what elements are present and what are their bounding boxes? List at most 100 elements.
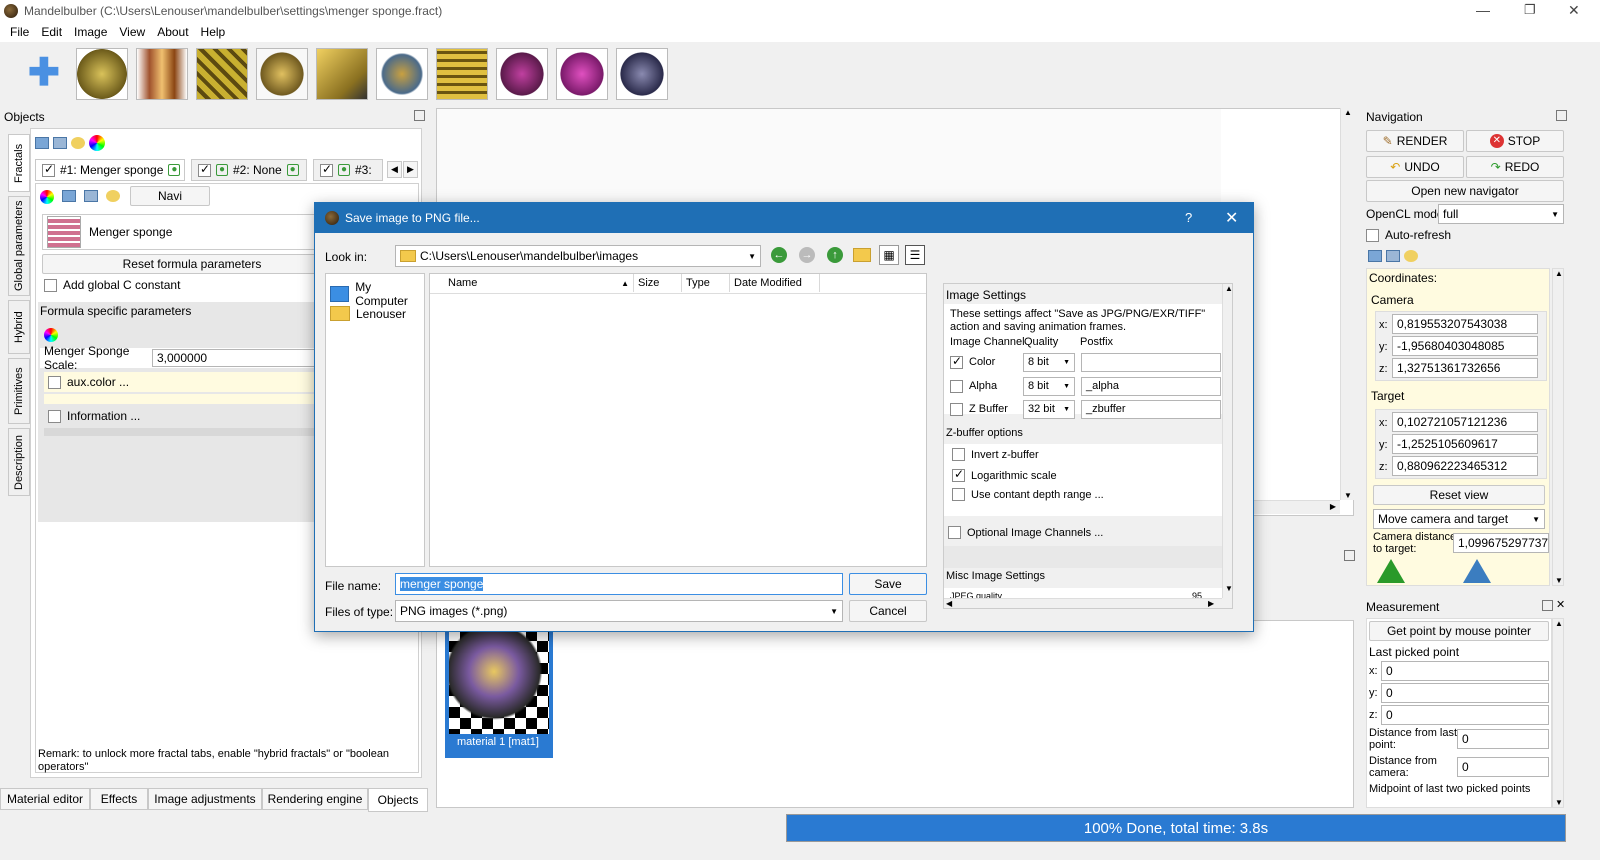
channel-color-postfix[interactable] — [1081, 352, 1221, 372]
save-small-icon[interactable] — [84, 190, 98, 202]
col-date-modified[interactable]: Date Modified — [730, 274, 820, 292]
optional-channels-row[interactable]: Optional Image Channels ... — [948, 526, 1103, 539]
fractal-1-enabled-checkbox[interactable] — [42, 162, 55, 177]
image-settings-vscrollbar[interactable]: ▲ ▼ — [1222, 284, 1232, 598]
measure-x-input[interactable]: 0 — [1381, 661, 1549, 681]
tab-image-adjustments[interactable]: Image adjustments — [148, 788, 262, 810]
fractal-1-add-icon[interactable]: ● — [168, 164, 181, 176]
dist-last-input[interactable]: 0 — [1457, 729, 1549, 749]
const-depth-checkbox[interactable] — [952, 488, 965, 501]
aux-color-checkbox[interactable] — [48, 375, 61, 389]
preset-thumb-4[interactable] — [256, 48, 308, 100]
preset-thumb-2[interactable] — [136, 48, 188, 100]
measurement-vscrollbar[interactable]: ▲ ▼ — [1552, 618, 1564, 808]
measure-y-input[interactable]: 0 — [1381, 683, 1549, 703]
fractal-tab-2[interactable]: ● #2: None ● — [191, 159, 307, 181]
preset-thumb-1[interactable] — [76, 48, 128, 100]
auto-refresh-row[interactable]: Auto-refresh — [1366, 228, 1451, 242]
dist-camera-input[interactable]: 0 — [1457, 757, 1549, 777]
channel-alpha-quality[interactable]: 8 bit ▼ — [1023, 376, 1075, 396]
log-scale-checkbox[interactable] — [952, 467, 965, 482]
back-icon[interactable]: ← — [771, 247, 787, 263]
save-button[interactable]: Save — [849, 573, 927, 595]
undo-small-icon[interactable] — [71, 137, 85, 149]
fractal-2-add-icon[interactable]: ● — [216, 164, 228, 176]
scale-input[interactable]: 3,000000 — [152, 349, 322, 367]
fractal-tab-1[interactable]: #1: Menger sponge ● — [35, 159, 185, 181]
minimize-button[interactable]: — — [1476, 2, 1490, 18]
optional-channels-checkbox[interactable] — [948, 526, 961, 539]
color-wheel-icon[interactable] — [89, 135, 105, 151]
information-checkbox[interactable] — [48, 409, 61, 423]
cancel-button[interactable]: Cancel — [849, 600, 927, 622]
invert-zbuffer-row[interactable]: Invert z-buffer — [952, 448, 1039, 461]
forward-icon[interactable]: → — [799, 247, 815, 263]
nav-undo-icon[interactable] — [1404, 250, 1418, 262]
measurement-float-icon[interactable] — [1542, 600, 1553, 611]
menu-file[interactable]: File — [10, 25, 29, 39]
col-type[interactable]: Type — [682, 274, 730, 292]
detail-view-icon[interactable]: ☰ — [905, 245, 925, 265]
menu-edit[interactable]: Edit — [41, 25, 62, 39]
up-folder-icon[interactable]: ↑ — [827, 247, 843, 263]
col-size[interactable]: Size — [634, 274, 682, 292]
close-window-button[interactable]: ✕ — [1568, 2, 1580, 19]
camera-y-input[interactable]: -1,95680403048085 — [1392, 336, 1538, 356]
open-folder-icon[interactable] — [35, 137, 49, 149]
channel-color-quality[interactable]: 8 bit ▼ — [1023, 352, 1075, 372]
nav-open-icon[interactable] — [1368, 250, 1382, 262]
col-name[interactable]: Name ▲ — [430, 274, 634, 292]
move-mode-select[interactable]: Move camera and target ▼ — [1373, 509, 1545, 529]
target-y-input[interactable]: -1,2525105609617 — [1392, 434, 1538, 454]
file-type-select[interactable]: PNG images (*.png) ▼ — [395, 600, 843, 622]
material-thumbnail[interactable]: material 1 [mat1] — [445, 622, 553, 758]
channel-zbuffer-quality[interactable]: 32 bit ▼ — [1023, 399, 1075, 419]
get-point-button[interactable]: Get point by mouse pointer — [1369, 621, 1549, 641]
new-folder-icon[interactable] — [853, 248, 871, 262]
target-x-input[interactable]: 0,102721057121236 — [1392, 412, 1538, 432]
menu-about[interactable]: About — [157, 25, 188, 39]
arrow-up-green-icon[interactable] — [1377, 559, 1405, 583]
dialog-help-button[interactable]: ? — [1185, 210, 1192, 225]
add-preset-icon[interactable]: ✚ — [28, 54, 60, 92]
formula-color-icon[interactable] — [44, 328, 58, 342]
fractal-3-enabled-checkbox[interactable] — [320, 162, 333, 177]
undo-button[interactable]: ↶ UNDO — [1366, 156, 1464, 178]
tab-scroll-left-icon[interactable]: ◀ — [387, 161, 402, 178]
preset-thumb-9[interactable] — [556, 48, 608, 100]
fractal-tab-3[interactable]: ● #3: — [313, 159, 383, 181]
fractal-2-add2-icon[interactable]: ● — [286, 164, 299, 176]
camera-z-input[interactable]: 1,32751361732656 — [1392, 358, 1538, 378]
camera-x-input[interactable]: 0,819553207543038 — [1392, 314, 1538, 334]
fractal-2-enabled-checkbox[interactable] — [198, 162, 211, 177]
vtab-hybrid[interactable]: Hybrid — [8, 300, 30, 354]
auto-refresh-checkbox[interactable] — [1366, 228, 1379, 242]
preset-thumb-3[interactable] — [196, 48, 248, 100]
const-depth-row[interactable]: Use contant depth range ... — [952, 488, 1104, 501]
preset-thumb-6[interactable] — [376, 48, 428, 100]
channel-zbuffer-checkbox[interactable] — [950, 402, 963, 416]
color-wheel-small-icon[interactable] — [40, 190, 54, 204]
render-vscrollbar[interactable]: ▲ ▼ — [1340, 108, 1354, 500]
preset-thumb-7[interactable] — [436, 48, 488, 100]
tab-objects[interactable]: Objects — [368, 788, 428, 812]
channel-alpha-checkbox[interactable] — [950, 379, 963, 393]
undo-small2-icon[interactable] — [106, 190, 120, 202]
vtab-fractals[interactable]: Fractals — [8, 134, 30, 192]
nav-save-icon[interactable] — [1386, 250, 1400, 262]
dialog-close-button[interactable]: ✕ — [1225, 208, 1238, 228]
sidebar-item-lenouser[interactable]: Lenouser — [330, 306, 406, 321]
float-panel-icon[interactable] — [414, 110, 425, 121]
formula-selector[interactable]: Menger sponge — [42, 214, 342, 250]
fractal-3-add-icon[interactable]: ● — [338, 164, 350, 176]
vtab-description[interactable]: Description — [8, 428, 30, 496]
invert-zbuffer-checkbox[interactable] — [952, 448, 965, 461]
tab-scroll-right-icon[interactable]: ▶ — [403, 161, 418, 178]
redo-button[interactable]: ↷ REDO — [1466, 156, 1564, 178]
add-global-c-row[interactable]: Add global C constant — [44, 278, 180, 292]
preset-thumb-5[interactable] — [316, 48, 368, 100]
render-button[interactable]: ✎ RENDER — [1366, 130, 1464, 152]
file-name-input[interactable]: menger sponge — [395, 573, 843, 595]
information-row[interactable]: Information ... — [44, 406, 344, 426]
measure-z-input[interactable]: 0 — [1381, 705, 1549, 725]
